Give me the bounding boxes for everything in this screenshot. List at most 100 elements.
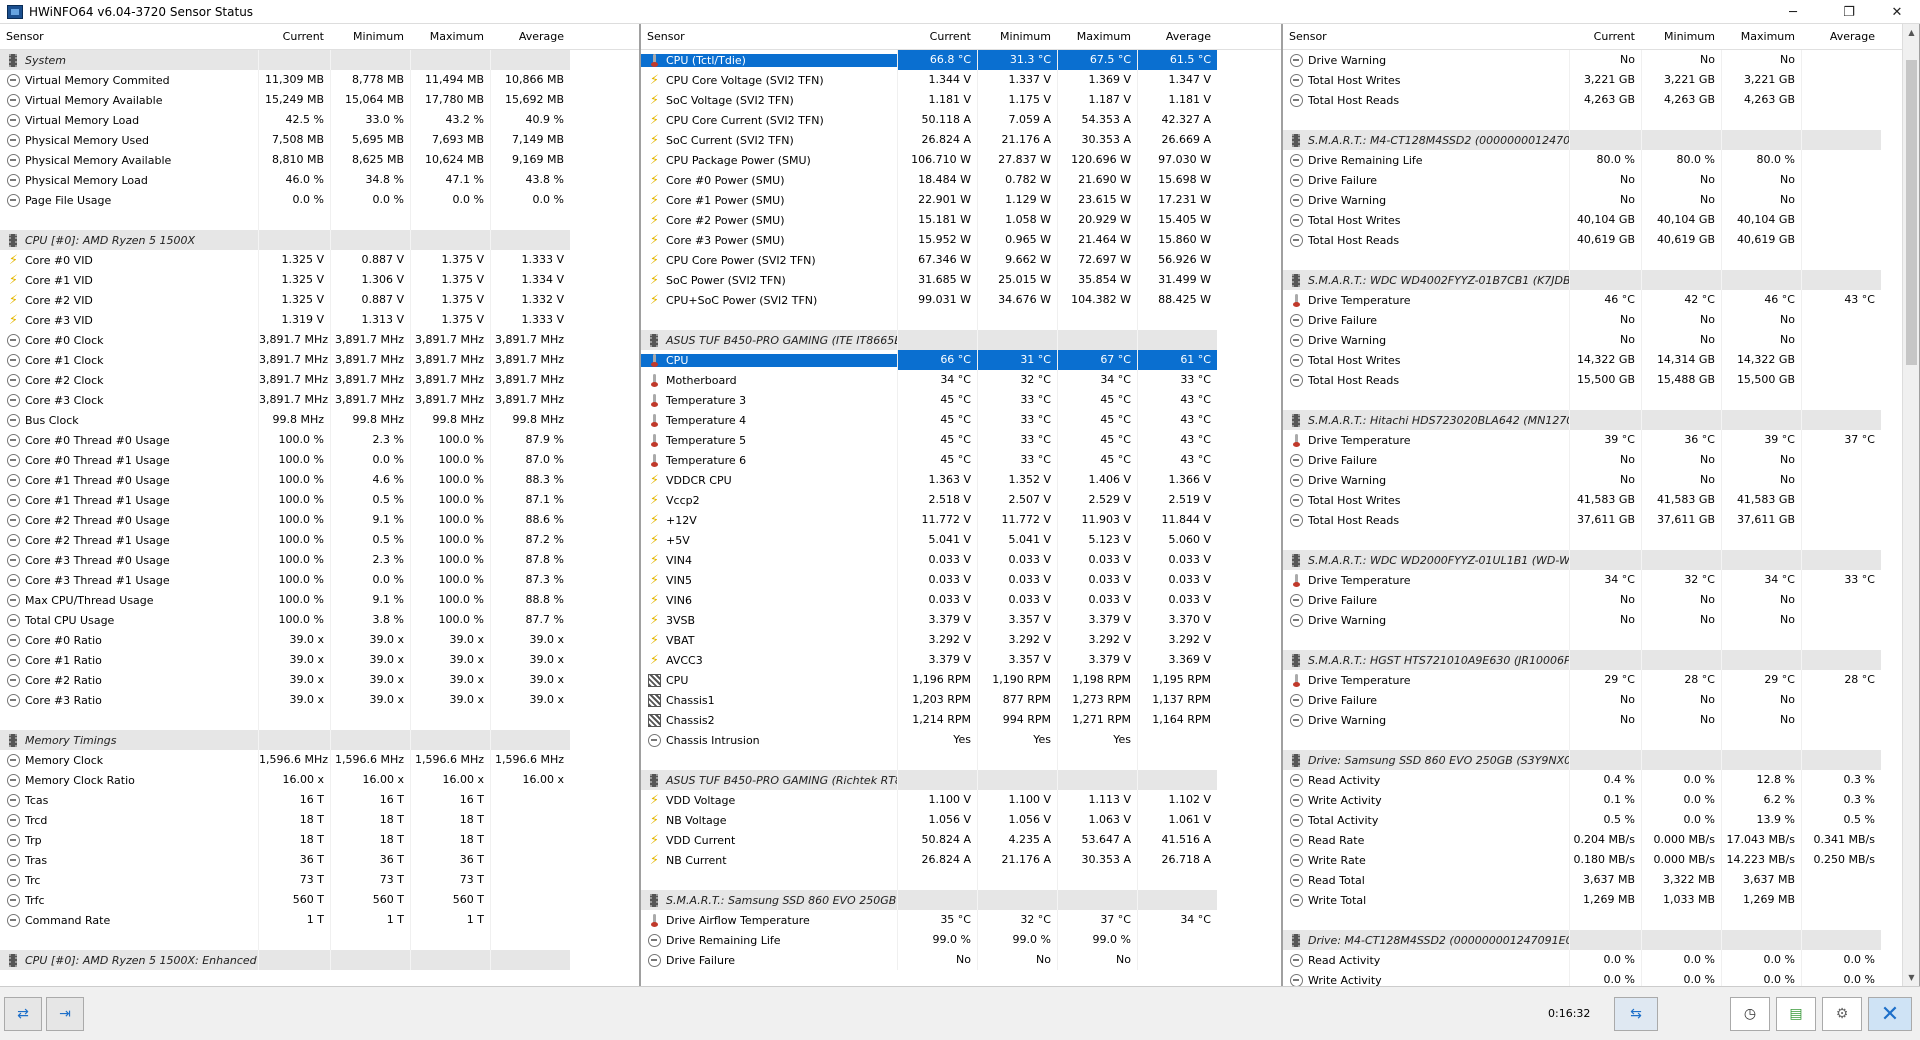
- sensor-row[interactable]: Drive Failure No No No: [1283, 310, 1919, 330]
- sensor-row[interactable]: ⚡ CPU Core Power (SVI2 TFN) 67.346 W 9.662 …: [641, 250, 1281, 270]
- column-header-maximum[interactable]: Maximum: [1721, 30, 1801, 43]
- sensor-panel-3[interactable]: Sensor Current Minimum Maximum Average ▲ ▼ D…: [1282, 24, 1920, 986]
- sensor-row[interactable]: Core #2 Ratio 39.0 x 39.0 x 39.0 x 39.0 x: [0, 670, 639, 690]
- sensor-row[interactable]: Total Host Writes 3,221 GB 3,221 GB 3,221 G…: [1283, 70, 1919, 90]
- sensor-row[interactable]: Drive Warning No No No: [1283, 470, 1919, 490]
- sensor-group-header[interactable]: S.M.A.R.T.: M4-CT128M4SSD2 (000000001247…: [1283, 130, 1919, 150]
- sensor-group-header[interactable]: ASUS TUF B450-PRO GAMING (Richtek RT889.…: [641, 770, 1281, 790]
- sensor-row[interactable]: Core #1 Clock 3,891.7 MHz 3,891.7 MHz 3,891…: [0, 350, 639, 370]
- sensor-row[interactable]: Write Rate 0.180 MB/s 0.000 MB/s 14.223 MB/…: [1283, 850, 1919, 870]
- sensor-row[interactable]: Chassis2 1,214 RPM 994 RPM 1,271 RPM 1,164 R…: [641, 710, 1281, 730]
- sensor-row[interactable]: Temperature 3 45 °C 33 °C 45 °C 43 °C: [641, 390, 1281, 410]
- column-header-maximum[interactable]: Maximum: [410, 30, 490, 43]
- sensor-row[interactable]: CPU 1,196 RPM 1,190 RPM 1,198 RPM 1,195 RPM: [641, 670, 1281, 690]
- column-header-minimum[interactable]: Minimum: [1641, 30, 1721, 43]
- minimize-icon[interactable]: ─: [1770, 0, 1816, 24]
- sensor-row[interactable]: ⚡ +12V 11.772 V 11.772 V 11.903 V 11.844 V: [641, 510, 1281, 530]
- sensor-row[interactable]: Write Total 1,269 MB 1,033 MB 1,269 MB: [1283, 890, 1919, 910]
- sensor-row[interactable]: Core #1 Thread #1 Usage 100.0 % 0.5 % 100.0…: [0, 490, 639, 510]
- sensor-group-header[interactable]: Memory Timings: [0, 730, 639, 750]
- sensor-row[interactable]: Drive Temperature 46 °C 42 °C 46 °C 43 °C: [1283, 290, 1919, 310]
- sensor-row[interactable]: ⚡ AVCC3 3.379 V 3.357 V 3.379 V 3.369 V: [641, 650, 1281, 670]
- sensor-row[interactable]: Drive Warning No No No: [1283, 710, 1919, 730]
- clock-icon[interactable]: ◷: [1730, 997, 1770, 1031]
- sensor-row[interactable]: ⚡ +5V 5.041 V 5.041 V 5.123 V 5.060 V: [641, 530, 1281, 550]
- column-header-sensor[interactable]: Sensor: [641, 30, 897, 43]
- sensor-row[interactable]: Core #3 Ratio 39.0 x 39.0 x 39.0 x 39.0 x: [0, 690, 639, 710]
- sensor-row[interactable]: Page File Usage 0.0 % 0.0 % 0.0 % 0.0 %: [0, 190, 639, 210]
- sensor-row[interactable]: Tcas 16 T 16 T 16 T: [0, 790, 639, 810]
- column-header-minimum[interactable]: Minimum: [330, 30, 410, 43]
- sensor-row[interactable]: Virtual Memory Commited 11,309 MB 8,778 MB…: [0, 70, 639, 90]
- sensor-row[interactable]: Read Activity 0.4 % 0.0 % 12.8 % 0.3 %: [1283, 770, 1919, 790]
- sensor-group-header[interactable]: Drive: M4-CT128M4SSD2 (000000001247091E0…: [1283, 930, 1919, 950]
- sensor-row[interactable]: ⚡ CPU Core Voltage (SVI2 TFN) 1.344 V 1.337…: [641, 70, 1281, 90]
- sensor-row[interactable]: Core #3 Clock 3,891.7 MHz 3,891.7 MHz 3,891…: [0, 390, 639, 410]
- sensor-row[interactable]: Drive Failure No No No: [1283, 690, 1919, 710]
- sensor-row[interactable]: Core #2 Thread #0 Usage 100.0 % 9.1 % 100.0…: [0, 510, 639, 530]
- sensor-row[interactable]: Drive Failure No No No: [1283, 170, 1919, 190]
- sensor-row[interactable]: Total Host Writes 41,583 GB 41,583 GB 41,58…: [1283, 490, 1919, 510]
- sensor-group-header[interactable]: S.M.A.R.T.: HGST HTS721010A9E630 (JR1000…: [1283, 650, 1919, 670]
- sensor-row[interactable]: Write Activity 0.1 % 0.0 % 6.2 % 0.3 %: [1283, 790, 1919, 810]
- sensor-row[interactable]: ⚡ CPU Package Power (SMU) 106.710 W 27.837 …: [641, 150, 1281, 170]
- sensor-row[interactable]: Write Activity 0.0 % 0.0 % 0.0 % 0.0 %: [1283, 970, 1919, 986]
- nav-collapse-icon[interactable]: ⇥: [46, 997, 84, 1031]
- column-header-current[interactable]: Current: [897, 30, 977, 43]
- sensor-row[interactable]: Core #3 Thread #1 Usage 100.0 % 0.0 % 100.0…: [0, 570, 639, 590]
- sensor-row[interactable]: ⚡ Vccp2 2.518 V 2.507 V 2.529 V 2.519 V: [641, 490, 1281, 510]
- sensor-row[interactable]: ⚡ Core #0 VID 1.325 V 0.887 V 1.375 V 1.333 V: [0, 250, 639, 270]
- sensor-row[interactable]: Bus Clock 99.8 MHz 99.8 MHz 99.8 MHz 99.8 MH…: [0, 410, 639, 430]
- sensor-row[interactable]: Drive Temperature 34 °C 32 °C 34 °C 33 °C: [1283, 570, 1919, 590]
- sensor-row[interactable]: Core #1 Thread #0 Usage 100.0 % 4.6 % 100.0…: [0, 470, 639, 490]
- sensor-row[interactable]: Total Host Reads 15,500 GB 15,488 GB 15,500…: [1283, 370, 1919, 390]
- sensor-row[interactable]: ⚡ Core #1 Power (SMU) 22.901 W 1.129 W 23.61…: [641, 190, 1281, 210]
- sensor-row[interactable]: ⚡ SoC Power (SVI2 TFN) 31.685 W 25.015 W 35.…: [641, 270, 1281, 290]
- sensor-row[interactable]: ⚡ Core #3 VID 1.319 V 1.313 V 1.375 V 1.333 V: [0, 310, 639, 330]
- sensor-group-header[interactable]: S.M.A.R.T.: WDC WD4002FYYZ-01B7CB1 (K7JD…: [1283, 270, 1919, 290]
- sensor-row[interactable]: Trfc 560 T 560 T 560 T: [0, 890, 639, 910]
- sensor-row[interactable]: ⚡ NB Current 26.824 A 21.176 A 30.353 A 26.71…: [641, 850, 1281, 870]
- network-icon[interactable]: ⇆: [1614, 997, 1658, 1031]
- sensor-row[interactable]: Temperature 5 45 °C 33 °C 45 °C 43 °C: [641, 430, 1281, 450]
- sensor-row[interactable]: Total Host Reads 4,263 GB 4,263 GB 4,263 GB: [1283, 90, 1919, 110]
- restore-icon[interactable]: ❐: [1826, 0, 1872, 24]
- sensor-row[interactable]: ⚡ VIN5 0.033 V 0.033 V 0.033 V 0.033 V: [641, 570, 1281, 590]
- column-header-sensor[interactable]: Sensor: [0, 30, 258, 43]
- sensor-row[interactable]: Physical Memory Load 46.0 % 34.8 % 47.1 % 43…: [0, 170, 639, 190]
- sensor-row[interactable]: Virtual Memory Load 42.5 % 33.0 % 43.2 % 40.…: [0, 110, 639, 130]
- sensor-row[interactable]: Temperature 6 45 °C 33 °C 45 °C 43 °C: [641, 450, 1281, 470]
- sensor-row[interactable]: ⚡ Core #3 Power (SMU) 15.952 W 0.965 W 21.46…: [641, 230, 1281, 250]
- sensor-group-header[interactable]: S.M.A.R.T.: Hitachi HDS723020BLA642 (MN1…: [1283, 410, 1919, 430]
- sensor-row[interactable]: ⚡ SoC Voltage (SVI2 TFN) 1.181 V 1.175 V 1.1…: [641, 90, 1281, 110]
- sensor-row[interactable]: Total Host Reads 37,611 GB 37,611 GB 37,611…: [1283, 510, 1919, 530]
- sensor-row[interactable]: Chassis1 1,203 RPM 877 RPM 1,273 RPM 1,137 R…: [641, 690, 1281, 710]
- sensor-row[interactable]: ⚡ SoC Current (SVI2 TFN) 26.824 A 21.176 A3…: [641, 130, 1281, 150]
- sensor-row[interactable]: Core #3 Thread #0 Usage 100.0 % 2.3 % 100.0…: [0, 550, 639, 570]
- close-icon[interactable]: ✕: [1874, 0, 1920, 24]
- sensor-row[interactable]: Total CPU Usage 100.0 % 3.8 % 100.0 % 87.7 %: [0, 610, 639, 630]
- sensor-group-header[interactable]: S.M.A.R.T.: WDC WD2000FYYZ-01UL1B1 (WD-W…: [1283, 550, 1919, 570]
- sensor-group-header[interactable]: S.M.A.R.T.: Samsung SSD 860 EVO 250GB (S…: [641, 890, 1281, 910]
- sensor-row[interactable]: Core #2 Thread #1 Usage 100.0 % 0.5 % 100.0…: [0, 530, 639, 550]
- sensor-group-header[interactable]: ASUS TUF B450-PRO GAMING (ITE IT8665E): [641, 330, 1281, 350]
- sensor-row[interactable]: ⚡ Core #1 VID 1.325 V 1.306 V 1.375 V 1.334 V: [0, 270, 639, 290]
- sensor-row[interactable]: ⚡ NB Voltage 1.056 V 1.056 V 1.063 V 1.061 V: [641, 810, 1281, 830]
- sensor-row[interactable]: Drive Warning No No No: [1283, 50, 1919, 70]
- sensor-row[interactable]: Drive Remaining Life 80.0 % 80.0 % 80.0 %: [1283, 150, 1919, 170]
- sensor-row[interactable]: Physical Memory Used 7,508 MB 5,695 MB 7,69…: [0, 130, 639, 150]
- sensor-group-header[interactable]: Drive: Samsung SSD 860 EVO 250GB (S3Y9NX…: [1283, 750, 1919, 770]
- column-header-current[interactable]: Current: [1569, 30, 1641, 43]
- sensor-row[interactable]: ⚡ VDD Voltage 1.100 V 1.100 V 1.113 V 1.102 V: [641, 790, 1281, 810]
- sensor-row[interactable]: Core #0 Clock 3,891.7 MHz 3,891.7 MHz 3,891…: [0, 330, 639, 350]
- nav-left-right-icon[interactable]: ⇄: [4, 997, 42, 1031]
- column-header-minimum[interactable]: Minimum: [977, 30, 1057, 43]
- sensor-group-header[interactable]: CPU [#0]: AMD Ryzen 5 1500X: Enhanced: [0, 950, 639, 970]
- column-header-sensor[interactable]: Sensor: [1283, 30, 1569, 43]
- column-header-maximum[interactable]: Maximum: [1057, 30, 1137, 43]
- sensor-row[interactable]: Memory Clock 1,596.6 MHz 1,596.6 MHz 1,596.…: [0, 750, 639, 770]
- sensor-row[interactable]: CPU (Tctl/Tdie) 66.8 °C 31.3 °C 67.5 °C 61.5…: [641, 50, 1281, 70]
- column-header-average[interactable]: Average: [490, 30, 570, 43]
- sensor-row[interactable]: Read Rate 0.204 MB/s 0.000 MB/s 17.043 MB/s…: [1283, 830, 1919, 850]
- sensor-row[interactable]: Trcd 18 T 18 T 18 T: [0, 810, 639, 830]
